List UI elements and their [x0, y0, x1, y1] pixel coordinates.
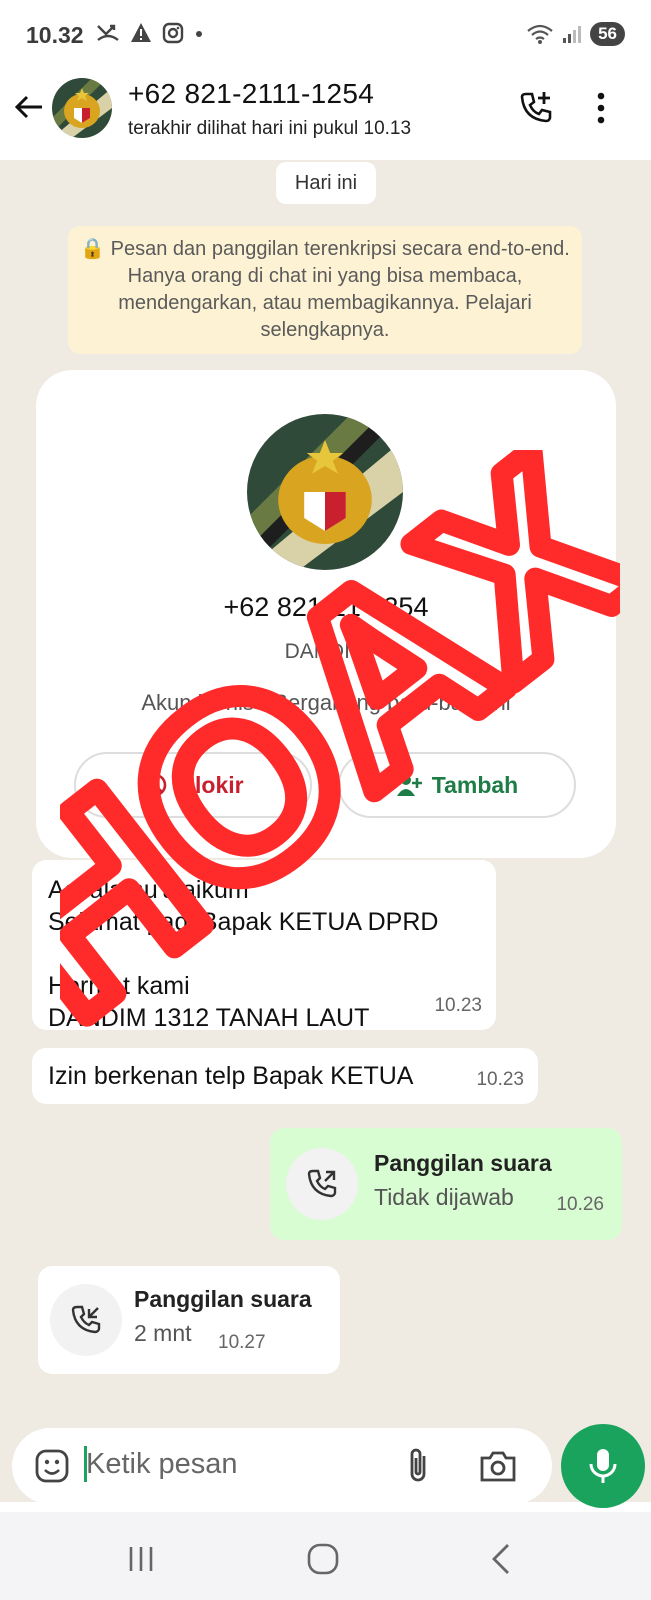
status-right: 56 [526, 22, 625, 46]
wifi-icon [527, 24, 553, 44]
phone-plus-icon [520, 92, 552, 123]
back-arrow-icon [14, 95, 42, 119]
date-separator: Hari ini [276, 162, 376, 204]
encryption-notice[interactable]: 🔒 Pesan dan panggilan terenkripsi secara… [68, 226, 582, 354]
call-title: Panggilan suara [374, 1150, 552, 1176]
home-icon [307, 1543, 339, 1575]
status-time: 10.32 [26, 22, 84, 48]
add-call-button[interactable] [518, 90, 554, 131]
emblem-avatar-icon [52, 78, 112, 138]
last-seen-status: terakhir dilihat hari ini pukul 10.13 [128, 118, 412, 139]
dot-icon [196, 31, 202, 37]
emoji-icon [35, 1449, 69, 1483]
back-button[interactable] [12, 90, 46, 129]
recent-apps-icon [129, 1547, 153, 1571]
message-composer[interactable]: Ketik pesan [12, 1428, 552, 1504]
outgoing-call-message[interactable]: Panggilan suara Tidak dijawab 10.26 [270, 1128, 622, 1240]
message-input[interactable]: Ketik pesan [86, 1448, 238, 1481]
attach-icon [410, 1448, 426, 1482]
call-title: Panggilan suara [134, 1286, 312, 1312]
contact-name[interactable]: +62 821-2111-1254 [128, 78, 374, 110]
system-nav-bar [0, 1512, 651, 1600]
voice-record-button[interactable] [561, 1424, 645, 1508]
message-time: 10.27 [218, 1332, 266, 1353]
status-bar: 10.32 56 [0, 0, 651, 72]
battery-indicator: 56 [590, 22, 625, 46]
call-duration: 2 mnt [134, 1320, 192, 1346]
more-options-button[interactable] [596, 90, 606, 131]
message-time: 10.26 [556, 1194, 604, 1215]
missed-call-icon [97, 24, 119, 41]
call-status: Tidak dijawab [374, 1184, 514, 1210]
signal-icon [563, 26, 582, 43]
incoming-call-icon [50, 1284, 122, 1356]
warning-icon [131, 23, 151, 42]
back-nav-icon [492, 1544, 509, 1574]
microphone-icon [589, 1449, 617, 1483]
hoax-stamp: HOAX [0, 392, 651, 1079]
instagram-icon [162, 22, 184, 44]
outgoing-call-icon [286, 1148, 358, 1220]
incoming-call-message[interactable]: Panggilan suara 2 mnt 10.27 [38, 1266, 340, 1374]
more-vert-icon [597, 92, 605, 124]
chat-header: +62 821-2111-1254 terakhir dilihat hari … [0, 72, 651, 160]
contact-avatar[interactable] [52, 78, 112, 138]
camera-icon [480, 1451, 516, 1482]
hoax-stamp-text: HOAX [60, 450, 620, 1068]
status-icons [96, 22, 204, 44]
